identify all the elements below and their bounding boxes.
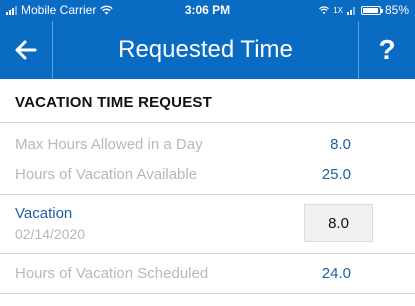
requested-hours-field[interactable]: 8.0: [304, 204, 373, 242]
status-bar: Mobile Carrier 3:06 PM 1X 85%: [0, 0, 415, 21]
scheduled-hours-label: Hours of Vacation Scheduled: [15, 265, 209, 282]
battery-icon: [360, 5, 383, 15]
entry-type-label: Vacation: [15, 205, 73, 222]
max-hours-value: 8.0: [330, 136, 351, 153]
divider: [0, 122, 415, 123]
help-button[interactable]: ?: [358, 21, 415, 79]
back-button[interactable]: [0, 21, 53, 79]
entry-date: 02/14/2020: [15, 226, 86, 242]
network-type: 1X: [333, 5, 343, 15]
signal-bars-icon: [346, 7, 355, 15]
available-hours-label: Hours of Vacation Available: [15, 166, 198, 183]
nav-bar: Requested Time ?: [0, 21, 415, 79]
available-hours-value: 25.0: [321, 166, 351, 183]
scheduled-hours-value: 24.0: [321, 265, 351, 282]
page-title: Requested Time: [118, 36, 293, 63]
status-right: 1X 85%: [319, 3, 409, 17]
divider: [0, 253, 415, 254]
battery-percent: 85%: [384, 3, 409, 17]
arrow-left-icon: [15, 40, 37, 60]
section-title: VACATION TIME REQUEST: [15, 94, 212, 111]
divider: [0, 293, 415, 294]
max-hours-label: Max Hours Allowed in a Day: [15, 136, 203, 153]
divider: [0, 194, 415, 195]
wifi-calling-icon: [319, 6, 330, 14]
